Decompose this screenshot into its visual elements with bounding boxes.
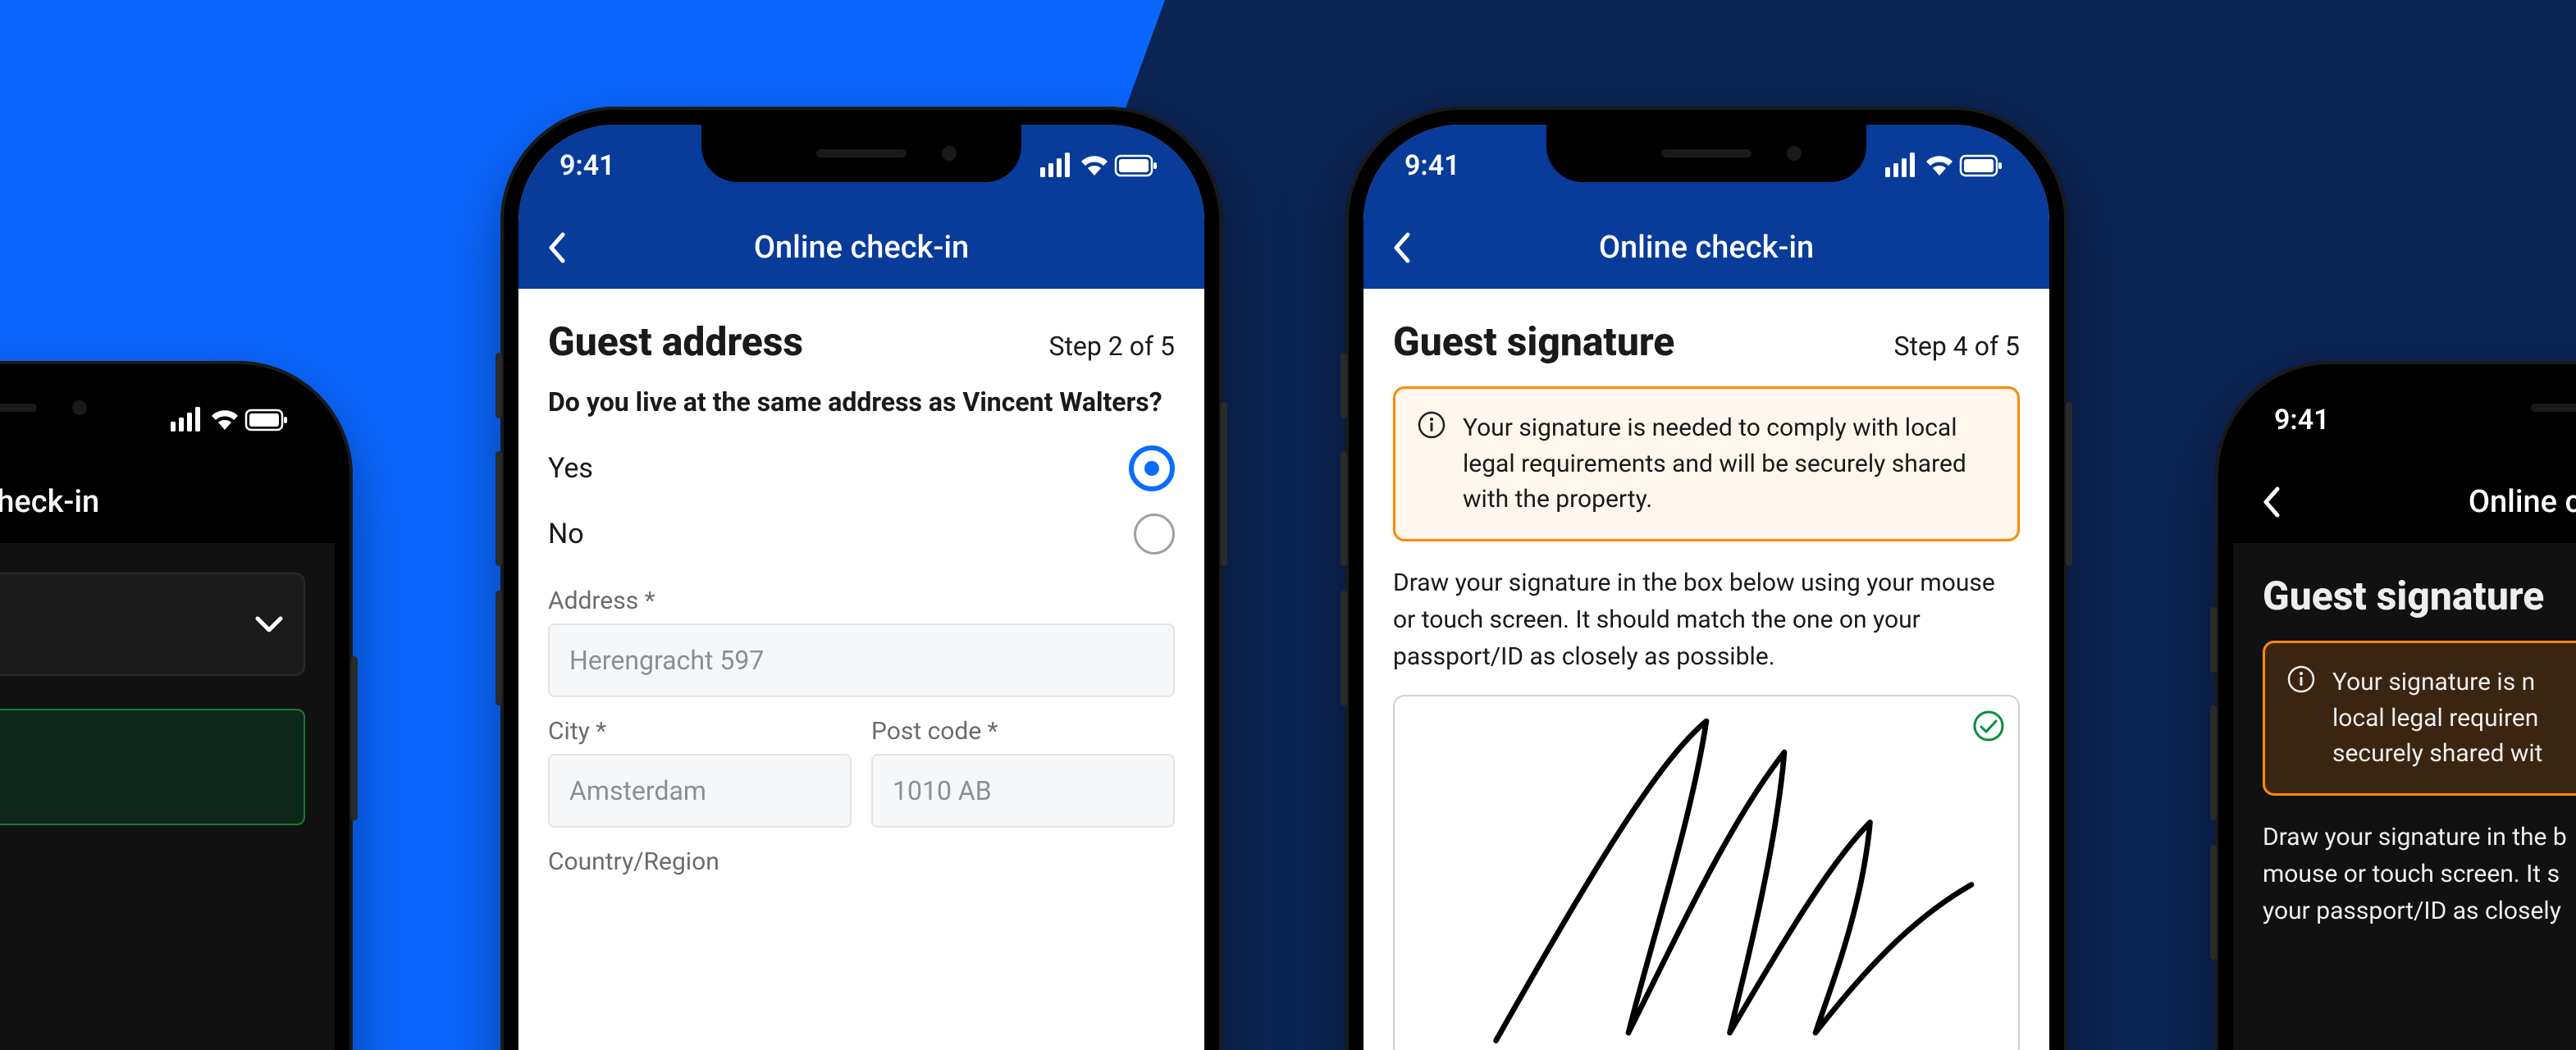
status-time: 9:41 xyxy=(560,149,615,182)
navbar-title: Online check-in xyxy=(518,230,1204,266)
navbar-title: Online check-in xyxy=(1363,230,2049,266)
info-banner: Your signature is needed to comply with … xyxy=(1393,386,2020,541)
radio-option-yes[interactable]: Yes xyxy=(548,436,1175,501)
status-icons xyxy=(1040,153,1163,179)
check-icon xyxy=(1972,710,2005,742)
navbar: Online check-in xyxy=(0,461,335,543)
back-button[interactable] xyxy=(2259,486,2284,518)
address-input[interactable]: Herengracht 597 xyxy=(548,623,1175,697)
phone-mock-2: 9:41 Online check-in Guest address Step … xyxy=(500,107,1222,1050)
address-label: Address * xyxy=(548,587,1175,615)
navbar-title: Online check-in xyxy=(2233,484,2576,520)
navbar: Online check-in xyxy=(1363,207,2049,289)
signature-input[interactable] xyxy=(1393,695,2020,1050)
page-title: Guest signature xyxy=(1393,318,1674,365)
room-card[interactable]: Amsterdam Twin Room xyxy=(0,573,305,676)
page-title: Guest address xyxy=(548,318,803,365)
info-banner: Your signature is n local legal requiren… xyxy=(2263,641,2576,796)
radio-option-no[interactable]: No xyxy=(548,501,1175,567)
radio-label: Yes xyxy=(548,452,593,485)
step-indicator: Step 4 of 5 xyxy=(1893,331,2020,362)
step-indicator: Step 2 of 5 xyxy=(1048,331,1175,362)
back-button[interactable] xyxy=(545,231,569,264)
navbar-title: Online check-in xyxy=(0,484,335,520)
city-input[interactable]: Amsterdam xyxy=(548,754,852,828)
question-label: Do you live at the same address as Vince… xyxy=(548,386,1175,418)
hero-background: 9:41 Online check-in Amsterdam Twin Room xyxy=(0,0,2576,1050)
radio-label: No xyxy=(548,518,584,550)
radio-icon-unchecked xyxy=(1134,514,1175,555)
info-icon xyxy=(1417,410,1446,518)
info-banner-text: Your signature is n local legal requiren… xyxy=(2332,664,2543,772)
instructions-text: Draw your signature in the b mouse or to… xyxy=(2263,819,2576,929)
radio-icon-checked xyxy=(1129,445,1175,491)
status-time: 9:41 xyxy=(2274,404,2330,436)
phone-mock-4: 9:41 Online check-in Guest signature xyxy=(2215,361,2576,1050)
instructions-text: Draw your signature in the box below usi… xyxy=(1393,564,2020,675)
phone-mock-1: 9:41 Online check-in Amsterdam Twin Room xyxy=(0,361,353,1050)
navbar: Online check-in xyxy=(518,207,1204,289)
city-label: City * xyxy=(548,717,852,746)
status-time: 9:41 xyxy=(1404,149,1460,182)
status-icons xyxy=(1885,153,2008,179)
country-label: Country/Region xyxy=(548,847,1175,876)
page-title: Guest signature xyxy=(2263,573,2544,619)
back-button[interactable] xyxy=(1390,231,1414,264)
pass-note: ass will appear here xyxy=(0,850,305,881)
phone-mock-3: 9:41 Online check-in Guest signature Ste… xyxy=(1345,107,2067,1050)
chevron-down-icon xyxy=(254,612,284,637)
postcode-label: Post code * xyxy=(871,717,1175,746)
signature-drawing xyxy=(1395,696,2018,1050)
info-icon xyxy=(2286,664,2316,772)
postcode-input[interactable]: 1010 AB xyxy=(871,754,1175,828)
status-banner: online check-in request to Amsterdam. xyxy=(0,709,305,825)
info-banner-text: Your signature is needed to comply with … xyxy=(1463,410,1996,518)
navbar: Online check-in xyxy=(2233,461,2576,543)
status-icons xyxy=(171,407,294,433)
